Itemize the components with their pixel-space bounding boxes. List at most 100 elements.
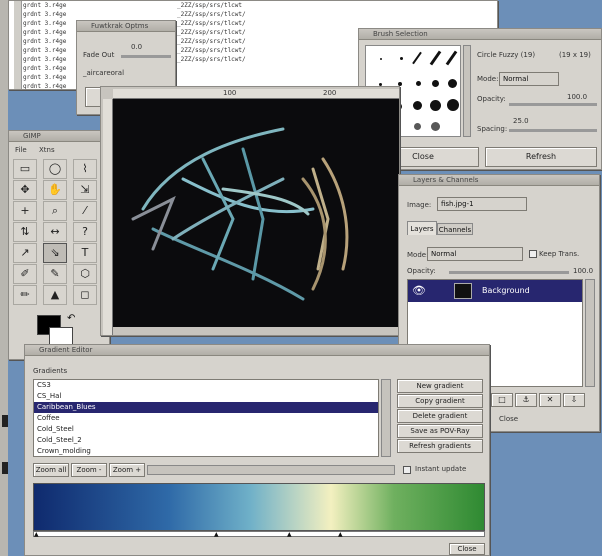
layers-image-select[interactable]: fish.jpg-1 xyxy=(437,197,527,211)
delete-layer-button[interactable]: ✕ xyxy=(539,393,561,407)
gradient-list-item[interactable]: Coffee xyxy=(34,413,378,424)
tool-button[interactable]: ✏ xyxy=(13,285,37,305)
layers-mode-select[interactable]: Normal xyxy=(427,247,523,261)
horizontal-ruler: 100 200 xyxy=(113,89,399,99)
gradient-action-button[interactable]: Delete gradient xyxy=(397,409,483,423)
gradient-stop-marker[interactable]: ▲ xyxy=(338,531,343,538)
tool-button[interactable]: ✥ xyxy=(13,180,37,200)
tool-button[interactable]: ⇅ xyxy=(13,222,37,242)
gradient-list-item[interactable]: Cold_Steel_2 xyxy=(34,435,378,446)
layers-dialog-titlebar[interactable]: Layers & Channels xyxy=(399,175,599,186)
brush-dot[interactable] xyxy=(414,123,421,130)
desktop-icon-small[interactable] xyxy=(2,415,8,427)
gradient-control-bar[interactable]: ▲ ▲ ▲ ▲ xyxy=(33,531,485,538)
gradient-list-scrollbar[interactable] xyxy=(381,379,391,457)
layer-list-scrollbar[interactable] xyxy=(585,279,595,387)
tool-button[interactable]: ▭ xyxy=(13,159,37,179)
terminal-scrollbar[interactable] xyxy=(14,1,22,89)
gradient-list-item[interactable]: CS3 xyxy=(34,380,378,391)
zoom-scrollbar[interactable] xyxy=(147,465,395,475)
gradient-action-button[interactable]: Save as POV-Ray xyxy=(397,424,483,438)
brush-grid-scrollbar[interactable] xyxy=(463,45,471,137)
tool-button[interactable]: ◯ xyxy=(43,159,67,179)
brush-dialog-titlebar[interactable]: Brush Selection xyxy=(359,29,601,40)
brush-dot[interactable] xyxy=(432,80,439,87)
image-window: 100 200 xyxy=(100,86,400,336)
layers-opacity-slider[interactable] xyxy=(449,271,569,274)
brush-opacity-slider[interactable] xyxy=(509,103,597,106)
tab-channels[interactable]: Channels xyxy=(437,223,473,235)
brush-mode-select[interactable]: Normal xyxy=(499,72,559,86)
layer-name[interactable]: Background xyxy=(482,286,530,295)
zoom-out-button[interactable]: Zoom - xyxy=(71,463,107,477)
tool-button[interactable]: ⁄ xyxy=(73,201,97,221)
gradient-stop-marker[interactable]: ▲ xyxy=(214,531,219,538)
brush-stroke[interactable] xyxy=(429,50,442,66)
tool-button[interactable]: ⬡ xyxy=(73,264,97,284)
tool-button[interactable]: T xyxy=(73,243,97,263)
tool-button[interactable]: ⇲ xyxy=(73,180,97,200)
brush-dot[interactable] xyxy=(400,57,403,60)
gradient-list-item[interactable]: Caribbean_Blues xyxy=(34,402,378,413)
terminal-line: _2ZZ/ssp/srs/tlcwt/ xyxy=(177,11,246,18)
layer-row-background[interactable]: 👁 Background xyxy=(408,280,582,302)
fade-slider[interactable] xyxy=(121,55,171,58)
tool-button[interactable]: ✐ xyxy=(13,264,37,284)
brush-dot[interactable] xyxy=(431,122,440,131)
instant-update-checkbox[interactable] xyxy=(403,466,411,474)
gradient-stop-marker[interactable]: ▲ xyxy=(287,531,292,538)
brush-dot[interactable] xyxy=(447,99,459,111)
tab-layers[interactable]: Layers xyxy=(407,221,437,235)
eye-icon[interactable]: 👁 xyxy=(412,284,426,297)
toolbox-menu-xtns[interactable]: Xtns xyxy=(39,146,55,154)
brush-dot[interactable] xyxy=(413,101,422,110)
tool-button[interactable]: ▲ xyxy=(43,285,67,305)
tool-button[interactable]: ◻ xyxy=(73,285,97,305)
gradient-list-item[interactable]: Cold_Steel xyxy=(34,424,378,435)
desktop-icon-small[interactable] xyxy=(2,462,8,474)
swap-colors-icon[interactable]: ↶ xyxy=(67,313,75,324)
layers-close-label[interactable]: Close xyxy=(499,415,518,423)
gradient-preview[interactable] xyxy=(33,483,485,531)
toolbox-titlebar[interactable]: GIMP xyxy=(9,131,109,142)
brush-refresh-button[interactable]: Refresh xyxy=(485,147,597,167)
gradient-stop-marker[interactable]: ▲ xyxy=(34,531,39,538)
brush-stroke[interactable] xyxy=(445,50,458,66)
tool-button[interactable]: ↗ xyxy=(13,243,37,263)
image-canvas[interactable] xyxy=(113,99,399,327)
brush-stroke[interactable] xyxy=(412,51,422,65)
tool-button[interactable]: ⌇ xyxy=(73,159,97,179)
duplicate-layer-button[interactable]: ⇩ xyxy=(563,393,585,407)
tool-button[interactable]: ⌕ xyxy=(43,201,67,221)
tool-button[interactable]: + xyxy=(13,201,37,221)
tool-button[interactable]: ⇘ xyxy=(43,243,67,263)
fade-out-label: Fade Out xyxy=(83,51,115,59)
terminal-line: _2ZZ/ssp/srs/tlcwt/ xyxy=(177,56,246,63)
gradient-close-button[interactable]: Close xyxy=(449,543,485,555)
brush-dot[interactable] xyxy=(448,79,457,88)
brush-opacity-label: Opacity: xyxy=(477,95,506,103)
gradient-editor-titlebar[interactable]: Gradient Editor xyxy=(25,345,489,356)
toolbox-menu-file[interactable]: File xyxy=(15,146,27,154)
brush-dot[interactable] xyxy=(430,100,441,111)
gradient-list-item[interactable]: Crown_molding xyxy=(34,446,378,456)
tool-button[interactable]: ↔ xyxy=(43,222,67,242)
brush-dot[interactable] xyxy=(416,81,421,86)
tool-button[interactable]: ? xyxy=(73,222,97,242)
fade-dialog-titlebar[interactable]: Fuwtkrak Optms xyxy=(77,21,175,32)
zoom-all-button[interactable]: Zoom all xyxy=(33,463,69,477)
brush-spacing-slider[interactable] xyxy=(509,129,597,132)
gradient-list-item[interactable]: CS_Hal xyxy=(34,391,378,402)
gradient-action-button[interactable]: Copy gradient xyxy=(397,394,483,408)
tool-button[interactable]: ✎ xyxy=(43,264,67,284)
keep-trans-checkbox[interactable] xyxy=(529,250,537,258)
brush-dot[interactable] xyxy=(380,58,382,60)
brush-spacing-value: 25.0 xyxy=(513,117,529,125)
tool-button[interactable]: ✋ xyxy=(43,180,67,200)
anchor-layer-button[interactable]: ⚓ xyxy=(515,393,537,407)
gradient-action-button[interactable]: New gradient xyxy=(397,379,483,393)
zoom-in-button[interactable]: Zoom + xyxy=(109,463,145,477)
terminal-line: grdnt 3.r4ge xyxy=(23,20,67,27)
gradient-action-button[interactable]: Refresh gradients xyxy=(397,439,483,453)
raise-layer-button[interactable]: □ xyxy=(491,393,513,407)
